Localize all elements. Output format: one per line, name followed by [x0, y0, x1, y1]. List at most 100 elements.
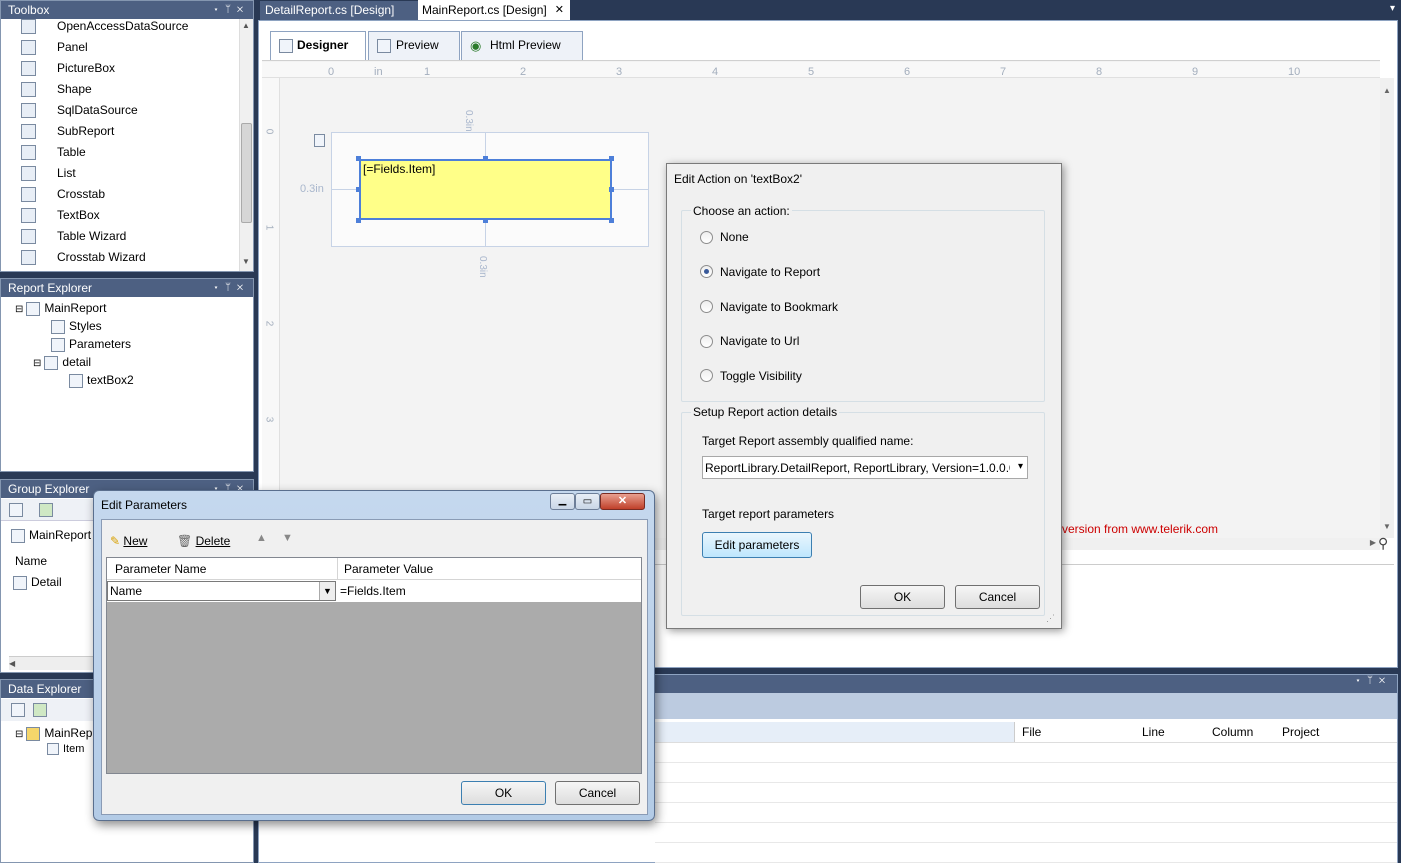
radio-navigate-to-bookmark[interactable] — [700, 300, 713, 313]
tree-node-parameters[interactable]: Parameters — [51, 337, 131, 352]
pin-icon[interactable]: ᛘ — [225, 282, 237, 293]
toolbox-item[interactable]: Table Wizard — [21, 226, 233, 247]
collapse-icon[interactable]: ⊟ — [15, 729, 23, 740]
scroll-right-icon[interactable]: ▶ — [1370, 538, 1376, 547]
chevron-down-icon[interactable]: ▾ — [1018, 461, 1023, 472]
delete-parameter-button[interactable]: 🗑 Delete — [177, 532, 230, 550]
edit-action-ok-button[interactable]: OK — [860, 585, 945, 609]
resize-handle[interactable] — [609, 187, 614, 192]
resize-handle[interactable] — [483, 218, 488, 223]
minimize-button[interactable]: ▁ — [550, 493, 575, 510]
add-group-icon[interactable] — [9, 503, 23, 517]
resize-handle[interactable] — [356, 156, 361, 161]
tree-node-textbox2[interactable]: textBox2 — [69, 373, 134, 388]
radio-navigate-to-url[interactable] — [700, 335, 713, 348]
tree-node-detail[interactable]: ⊟ detail — [33, 355, 91, 370]
radio-navigate-to-url-label[interactable]: Navigate to Url — [720, 334, 799, 348]
designer-vscrollbar[interactable]: ▲ ▼ — [1380, 78, 1394, 538]
dropdown-icon[interactable]: ▾ — [1355, 675, 1367, 686]
scroll-down-icon[interactable]: ▼ — [242, 257, 250, 266]
data-field-item[interactable]: Item — [47, 743, 84, 756]
resize-grip-icon[interactable]: ⋰ — [1046, 613, 1055, 624]
scroll-up-icon[interactable]: ▲ — [1383, 86, 1391, 95]
tab-list-dropdown-icon[interactable]: ▾ — [1390, 3, 1395, 14]
tab-preview[interactable]: Preview — [368, 31, 460, 60]
toolbox-item[interactable]: TextBox — [21, 205, 233, 226]
edit-parameters-ok-button[interactable]: OK — [461, 781, 546, 805]
toolbox-item[interactable]: Panel — [21, 37, 233, 58]
refresh-icon[interactable] — [33, 703, 47, 717]
radio-none-label[interactable]: None — [720, 230, 749, 244]
resize-handle[interactable] — [356, 218, 361, 223]
tree-node-mainreport[interactable]: ⊟ MainReport — [15, 301, 106, 316]
toolbox-item[interactable]: List — [21, 163, 233, 184]
group-root-node[interactable]: MainReport — [11, 528, 91, 543]
close-button[interactable]: ✕ — [600, 493, 645, 510]
move-up-icon[interactable]: ▲ — [256, 532, 267, 544]
scrollbar-thumb[interactable] — [241, 123, 252, 223]
collapse-icon[interactable]: ⊟ — [33, 358, 41, 369]
new-parameter-button[interactable]: ✎ New — [110, 532, 147, 550]
column-file[interactable]: File — [1022, 723, 1041, 741]
tab-designer[interactable]: Designer — [270, 31, 366, 60]
tab-detailreport[interactable]: DetailReport.cs [Design] — [260, 1, 418, 20]
close-tab-icon[interactable]: ✕ — [555, 0, 564, 20]
zoom-magnifier-icon[interactable]: ⚲ — [1378, 535, 1388, 552]
target-report-combobox[interactable]: ReportLibrary.DetailReport, ReportLibrar… — [702, 456, 1028, 479]
tree-node-styles[interactable]: Styles — [51, 319, 102, 334]
refresh-icon[interactable] — [39, 503, 53, 517]
move-down-icon[interactable]: ▼ — [282, 532, 293, 544]
parameter-name-combobox[interactable]: Name ▼ — [107, 581, 336, 601]
dropdown-icon[interactable]: ▾ — [213, 4, 225, 15]
toolbox-item[interactable]: Table — [21, 142, 233, 163]
edit-action-cancel-button[interactable]: Cancel — [955, 585, 1040, 609]
scroll-up-icon[interactable]: ▲ — [242, 21, 250, 30]
toolbox-item[interactable]: Crosstab — [21, 184, 233, 205]
resize-handle[interactable] — [609, 156, 614, 161]
group-hscrollbar[interactable]: ◀ — [9, 656, 95, 670]
toolbox-item[interactable]: Crosstab Wizard — [21, 247, 233, 268]
edit-datasource-icon[interactable] — [11, 703, 25, 717]
textbox2[interactable]: [=Fields.Item] — [359, 159, 612, 220]
close-icon[interactable]: ✕ — [237, 4, 249, 15]
data-root-node[interactable]: ⊟ MainRep — [15, 726, 92, 741]
tab-mainreport[interactable]: MainReport.cs [Design] ✕ — [418, 0, 570, 20]
col-parameter-name[interactable]: Parameter Name — [115, 562, 206, 576]
toolbox-item-label: SubReport — [57, 124, 115, 138]
chevron-down-icon[interactable]: ▼ — [319, 582, 335, 600]
toolbox-item[interactable]: SubReport — [21, 121, 233, 142]
radio-navigate-to-report-label[interactable]: Navigate to Report — [720, 265, 820, 279]
pin-icon[interactable]: ᛘ — [225, 4, 237, 15]
toolbox-item[interactable]: SqlDataSource — [21, 100, 233, 121]
scroll-down-icon[interactable]: ▼ — [1383, 522, 1391, 531]
resize-handle[interactable] — [356, 187, 361, 192]
edit-parameters-button[interactable]: Edit parameters — [702, 532, 812, 558]
close-icon[interactable]: ✕ — [237, 282, 249, 293]
radio-navigate-to-bookmark-label[interactable]: Navigate to Bookmark — [720, 300, 838, 314]
column-column[interactable]: Column — [1212, 723, 1253, 741]
maximize-button[interactable]: ▭ — [575, 493, 600, 510]
parameter-value-cell[interactable]: =Fields.Item — [340, 584, 406, 598]
edit-parameters-cancel-button[interactable]: Cancel — [555, 781, 640, 805]
pin-icon[interactable]: ᛘ — [1367, 675, 1379, 686]
column-project[interactable]: Project — [1282, 723, 1319, 741]
dropdown-icon[interactable]: ▾ — [213, 282, 225, 293]
tab-html-preview[interactable]: ◉ Html Preview — [461, 31, 583, 60]
resize-handle[interactable] — [609, 218, 614, 223]
toolbox-item[interactable]: PictureBox — [21, 58, 233, 79]
group-detail-row[interactable]: Detail — [13, 575, 62, 590]
scroll-left-icon[interactable]: ◀ — [9, 659, 15, 668]
section-calculator-icon[interactable] — [314, 134, 325, 147]
resize-handle[interactable] — [483, 156, 488, 161]
close-icon[interactable]: ✕ — [1379, 675, 1391, 686]
toolbox-scrollbar[interactable]: ▲ ▼ — [239, 19, 253, 271]
col-parameter-value[interactable]: Parameter Value — [344, 562, 433, 576]
radio-none[interactable] — [700, 231, 713, 244]
column-line[interactable]: Line — [1142, 723, 1165, 741]
radio-toggle-visibility[interactable] — [700, 369, 713, 382]
toolbox-item[interactable]: Shape — [21, 79, 233, 100]
collapse-icon[interactable]: ⊟ — [15, 304, 23, 315]
toolbox-item[interactable]: OpenAccessDataSource — [21, 16, 233, 37]
radio-navigate-to-report[interactable] — [700, 265, 713, 278]
radio-toggle-visibility-label[interactable]: Toggle Visibility — [720, 369, 802, 383]
